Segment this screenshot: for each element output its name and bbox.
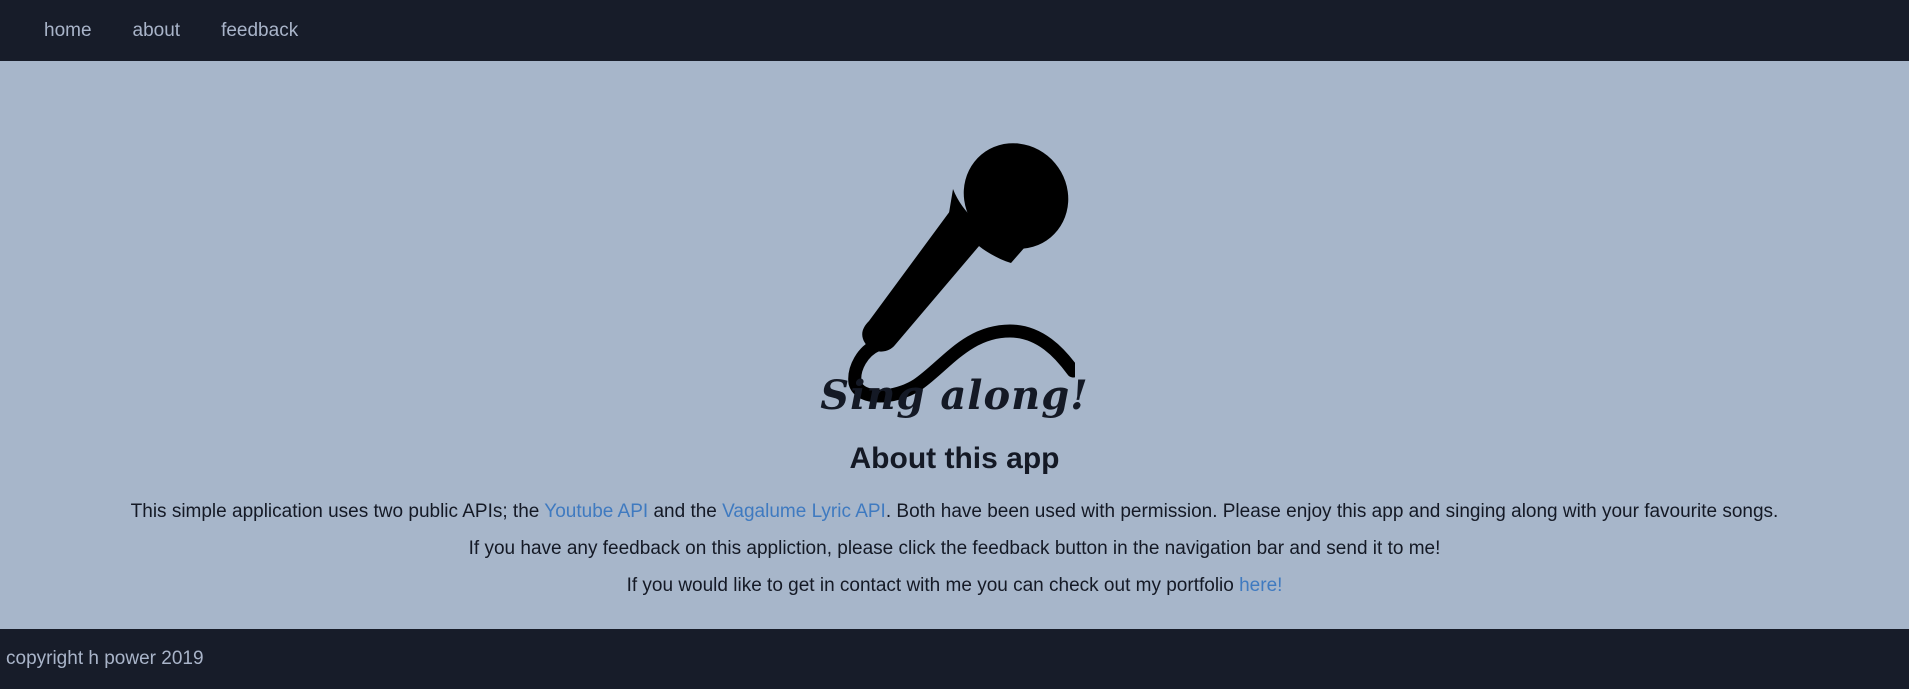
main-content: Sing along! About this app This simple a… xyxy=(0,61,1909,629)
intro-paragraph: This simple application uses two public … xyxy=(0,501,1909,523)
vagalume-api-link[interactable]: Vagalume Lyric API xyxy=(722,501,886,522)
portfolio-link[interactable]: here! xyxy=(1239,575,1282,596)
navbar: home about feedback xyxy=(0,0,1909,61)
intro-text-end: . Both have been used with permission. P… xyxy=(885,501,1779,522)
copyright-text: copyright h power 2019 xyxy=(6,648,204,669)
nav-feedback-link[interactable]: feedback xyxy=(221,20,298,42)
youtube-api-link[interactable]: Youtube API xyxy=(544,501,648,522)
nav-about-link[interactable]: about xyxy=(133,20,181,42)
microphone-icon xyxy=(835,83,1075,403)
contact-text: If you would like to get in contact with… xyxy=(626,575,1240,596)
intro-text-start: This simple application uses two public … xyxy=(130,501,545,522)
nav-home-link[interactable]: home xyxy=(44,20,92,42)
feedback-paragraph: If you have any feedback on this applict… xyxy=(468,538,1441,559)
footer: copyright h power 2019 xyxy=(0,629,1909,689)
intro-text-mid: and the xyxy=(648,501,723,522)
contact-paragraph: If you would like to get in contact with… xyxy=(0,575,1909,597)
page-title: Sing along! xyxy=(820,372,1089,419)
about-heading: About this app xyxy=(849,442,1060,475)
